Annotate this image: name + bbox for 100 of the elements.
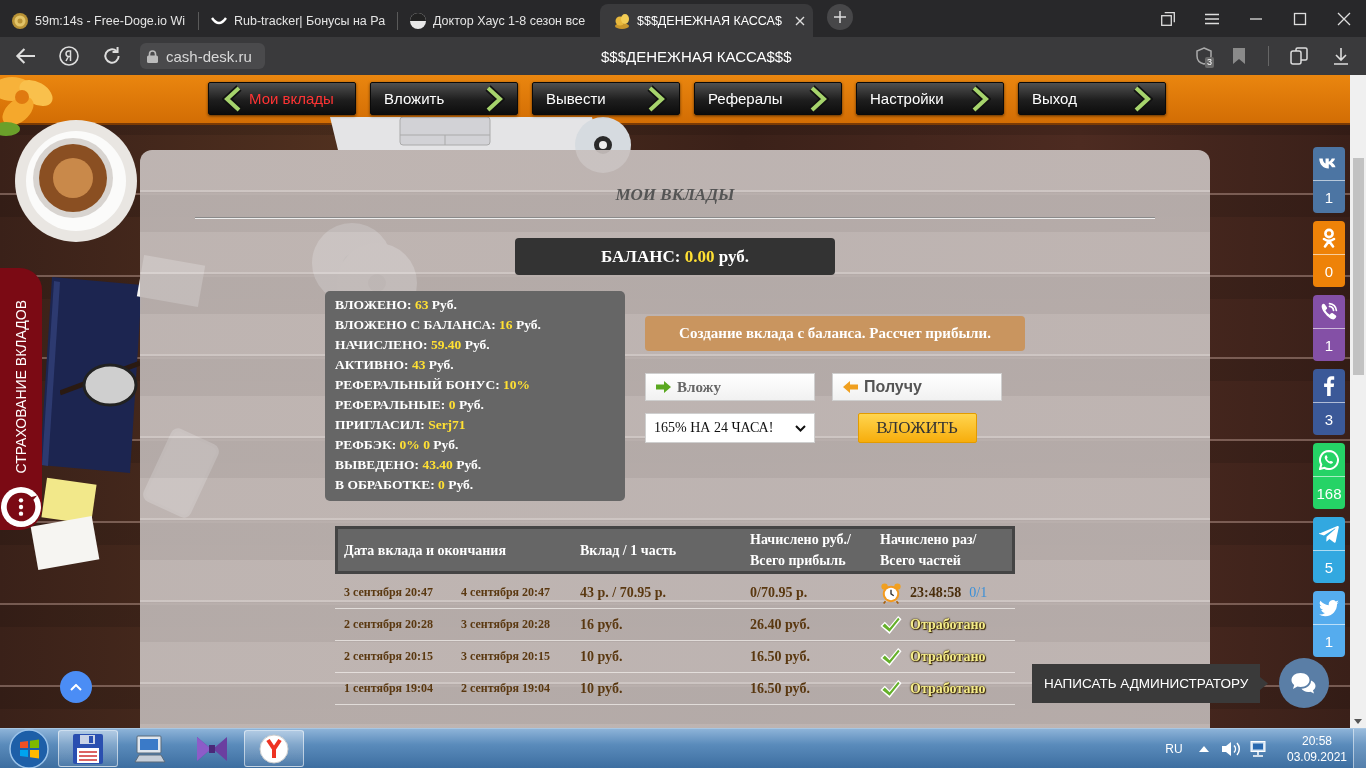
scrollbar-thumb[interactable] xyxy=(1352,158,1364,375)
table-cell-text: 4 сентября 20:47 xyxy=(460,585,551,600)
table-cell-text: 10 руб. xyxy=(579,680,623,697)
browser-tab[interactable]: Доктор Хаус 1-8 сезон все xyxy=(398,4,596,37)
section-title: МОИ ВКЛАДЫ xyxy=(614,185,736,205)
reload-icon[interactable] xyxy=(102,46,122,66)
share-button[interactable]: 1 xyxy=(1313,147,1345,213)
chevron-icon xyxy=(645,83,667,114)
check-icon xyxy=(880,677,902,700)
network-icon[interactable] xyxy=(1247,740,1269,757)
chevron-icon xyxy=(969,83,991,114)
chat-dots-icon xyxy=(1,487,41,527)
coins-icon xyxy=(614,12,630,29)
close-icon[interactable] xyxy=(794,15,805,26)
avatar-icon xyxy=(410,12,426,29)
table-cell-text: 3 сентября 20:47 xyxy=(343,585,434,600)
stat-line: В ОБРАБОТКЕ: 0 Руб. xyxy=(335,476,475,494)
language-indicator[interactable]: RU xyxy=(1161,741,1187,756)
bookmark-icon[interactable] xyxy=(1232,48,1245,64)
page-title: $$$ДЕНЕЖНАЯ КАССА$$$ xyxy=(601,47,792,65)
status-text: Отработано xyxy=(910,648,986,665)
back-icon[interactable] xyxy=(15,46,35,66)
status-text: Отработано xyxy=(910,680,986,697)
browser-icon xyxy=(258,733,290,764)
plan-select[interactable]: 165% НА 24 ЧАСА! xyxy=(645,413,815,443)
download-icon[interactable] xyxy=(1332,47,1350,65)
column-header: Начислено раз/ Всего частей xyxy=(879,531,978,570)
chat-button[interactable] xyxy=(1279,658,1329,708)
invest-amount-field[interactable]: Вложу xyxy=(645,373,815,401)
taskbar-app[interactable] xyxy=(244,730,304,767)
chevron-icon xyxy=(483,83,505,114)
invest-button[interactable]: ВЛОЖИТЬ xyxy=(857,413,977,443)
arc-icon xyxy=(211,16,227,25)
collections-icon[interactable] xyxy=(1289,47,1308,65)
computer-icon xyxy=(134,733,166,764)
browser-tab[interactable]: 59m:14s - Free-Doge.io Wi xyxy=(0,4,198,37)
column-header: Начислено руб./ Всего прибыль xyxy=(749,531,852,570)
tooltip: НАПИСАТЬ АДМИНИСТРАТОРУ xyxy=(1032,664,1268,703)
stat-line: РЕФБЭК: 0% 0 Руб. xyxy=(335,436,460,454)
arrow-left-icon xyxy=(843,381,858,393)
stat-line: ПРИГЛАСИЛ: Serj71 xyxy=(335,416,467,434)
address-field[interactable]: cash-desk.ru xyxy=(140,43,265,69)
stat-line: ВЛОЖЕНО С БАЛАНСА: 16 Руб. xyxy=(335,316,542,334)
column-header: Дата вклада и окончания xyxy=(343,541,507,560)
caret-up-icon[interactable] xyxy=(1199,745,1209,752)
menu-icon[interactable] xyxy=(1205,11,1219,26)
start-orb-icon[interactable] xyxy=(9,728,49,768)
stat-line: НАЧИСЛЕНО: 59.40 Руб. xyxy=(335,336,491,354)
browser-tab[interactable]: $$$ДЕНЕЖНАЯ КАССА$ xyxy=(600,4,813,37)
scroll-top-button[interactable] xyxy=(60,671,92,703)
nav-button[interactable]: Выход xyxy=(1018,82,1166,115)
stat-line: ВЛОЖЕНО: 63 Руб. xyxy=(335,296,458,314)
arrow-right-icon xyxy=(656,381,671,393)
alarm-clock-icon xyxy=(880,581,902,604)
table-cell-text: 16 руб. xyxy=(579,616,623,633)
check-icon xyxy=(880,613,902,636)
status-text: Отработано xyxy=(910,616,986,633)
logo-icon[interactable] xyxy=(59,46,79,66)
nav-button[interactable]: Рефералы xyxy=(694,82,842,115)
chat-phone-icon xyxy=(1319,449,1339,470)
table-cell-text: 3 сентября 20:15 xyxy=(460,649,551,664)
chevron-icon xyxy=(1131,83,1153,114)
nav-button[interactable]: Мои вклады xyxy=(208,82,356,115)
chevron-down-icon xyxy=(795,424,806,432)
stat-line: ВЫВЕДЕНО: 43.40 Руб. xyxy=(335,456,483,474)
nav-button[interactable]: Вывести xyxy=(532,82,680,115)
browser-tab[interactable]: Rub-tracker| Бонусы на Ра xyxy=(199,4,397,37)
table-cell-text: 16.50 руб. xyxy=(749,648,810,665)
phone-waves-icon xyxy=(1319,301,1339,322)
table-cell-text: 26.40 руб. xyxy=(749,616,810,633)
form-header: Создание вклада с баланса. Рассчет прибыли. xyxy=(645,316,1025,351)
stat-line: АКТИВНО: 43 Руб. xyxy=(335,356,455,374)
return-amount-field[interactable]: Получу xyxy=(832,373,1002,401)
table-cell-text: 10 руб. xyxy=(579,648,623,665)
scrollbar[interactable] xyxy=(1350,75,1366,728)
clock-date[interactable]: 03.09.2021 xyxy=(1286,748,1348,765)
show-desktop-button[interactable] xyxy=(1353,729,1366,768)
timer-text: 23:48:58 xyxy=(910,584,962,601)
new-tab-button[interactable] xyxy=(826,3,853,30)
nav-button[interactable]: Настройки xyxy=(856,82,1004,115)
chevron-icon xyxy=(222,83,244,114)
nav-button[interactable]: Вложить xyxy=(370,82,518,115)
stat-line: РЕФЕРАЛЬНЫЙ БОНУС: 10% xyxy=(335,376,532,394)
share-button[interactable]: 3 xyxy=(1313,369,1345,435)
share-button[interactable]: 1 xyxy=(1313,295,1345,361)
taskbar-app[interactable] xyxy=(58,730,118,767)
caret-down-icon[interactable] xyxy=(1354,719,1362,724)
bird-icon xyxy=(1319,597,1339,618)
shield-icon[interactable] xyxy=(1194,47,1213,65)
table-cell-text: 3 сентября 20:28 xyxy=(460,617,551,632)
insurance-tab[interactable]: СТРАХОВАНИЕ ВКЛАДОВ xyxy=(0,268,42,530)
lock-icon xyxy=(147,49,158,63)
caret-up-icon xyxy=(70,683,82,691)
table-cell-text: 2 сентября 20:28 xyxy=(343,617,434,632)
parts-count: 0/1 xyxy=(969,584,988,601)
tabs-icon[interactable] xyxy=(1161,11,1175,26)
table-cell-text: 43 р. / 70.95 р. xyxy=(579,584,666,601)
close-icon[interactable] xyxy=(1337,11,1351,26)
maximize-icon[interactable] xyxy=(1293,11,1307,26)
speaker-icon[interactable] xyxy=(1221,740,1243,757)
